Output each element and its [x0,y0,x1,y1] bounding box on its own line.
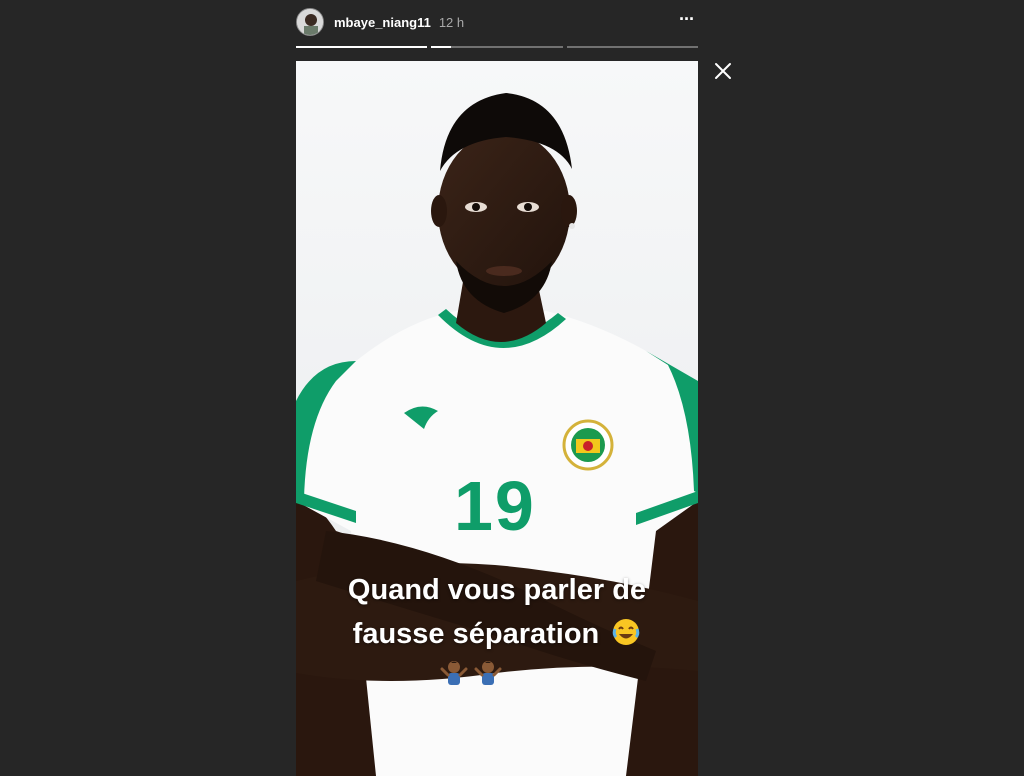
caption-line-1: Quand vous parler de [347,574,647,606]
story-header: mbaye_niang11 12 h ··· [296,7,698,37]
joy-emoji-icon [611,617,641,659]
progress-segment [566,46,698,48]
story-viewer: mbaye_niang11 12 h ··· 19 Quand vous par… [0,0,1024,776]
jersey-number: 19 [454,467,536,545]
person-shrugging-icon [474,659,502,692]
more-options-icon[interactable]: ··· [675,9,698,36]
story-progress [296,46,698,48]
caption-line-2-text: fausse séparation [352,618,600,650]
avatar[interactable] [296,8,324,36]
story-media[interactable]: 19 Quand vous parler de fausse séparatio… [296,61,698,776]
shrug-emojis [440,659,502,692]
timestamp: 12 h [438,14,465,30]
username[interactable]: mbaye_niang11 [334,15,431,30]
progress-segment [431,46,563,48]
person-shrugging-icon [440,659,468,692]
caption-line-2: fausse séparation [296,613,698,659]
close-icon[interactable] [714,62,732,80]
progress-segment [296,46,428,48]
